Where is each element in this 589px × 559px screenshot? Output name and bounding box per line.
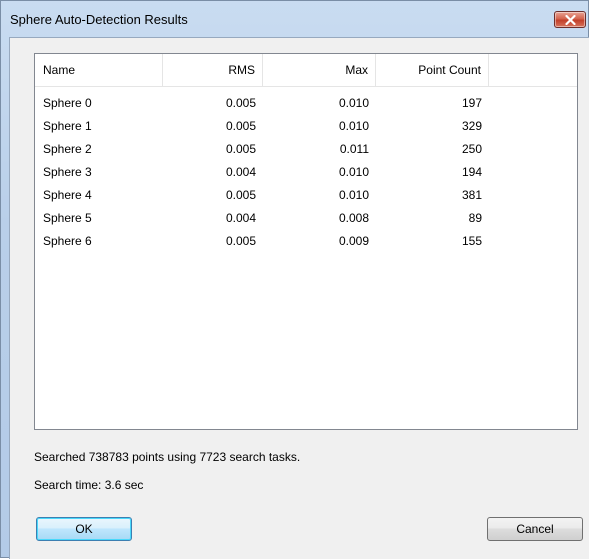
dialog-body: Name RMS Max Point Count Sphere 0 0.005 0.… (9, 37, 589, 559)
table-cell: Sphere 4 (43, 188, 92, 202)
title-bar[interactable]: Sphere Auto-Detection Results (1, 1, 588, 37)
table-row[interactable]: Sphere 1 0.005 0.010 329 (35, 115, 577, 138)
table-cell: 0.008 (338, 211, 369, 225)
table-cell: 0.010 (338, 188, 369, 202)
table-row[interactable]: Sphere 6 0.005 0.009 155 (35, 230, 577, 253)
table-cell: 0.005 (225, 119, 256, 133)
column-header-name[interactable]: Name (35, 54, 163, 86)
table-cell: Sphere 5 (43, 211, 92, 225)
table-cell: 0.010 (338, 119, 369, 133)
results-list[interactable]: Name RMS Max Point Count Sphere 0 0.005 0.… (34, 53, 578, 430)
table-cell: 197 (461, 96, 482, 110)
table-cell: 0.004 (225, 211, 256, 225)
search-summary: Searched 738783 points using 7723 search… (34, 450, 301, 464)
table-cell: 329 (461, 119, 482, 133)
close-button[interactable] (554, 11, 586, 28)
dialog-window: Sphere Auto-Detection Results Name RMS M… (0, 0, 589, 559)
column-header-label: Max (345, 63, 368, 77)
cancel-button[interactable]: Cancel (487, 517, 583, 541)
table-cell: 0.005 (225, 142, 256, 156)
table-cell: Sphere 3 (43, 165, 92, 179)
table-cell: 0.010 (338, 96, 369, 110)
table-cell: 0.009 (338, 234, 369, 248)
table-row[interactable]: Sphere 3 0.004 0.010 194 (35, 161, 577, 184)
table-row[interactable]: Sphere 5 0.004 0.008 89 (35, 207, 577, 230)
column-header-label: Name (43, 63, 76, 77)
table-cell: Sphere 0 (43, 96, 92, 110)
table-cell: Sphere 6 (43, 234, 92, 248)
column-header-label: RMS (228, 63, 255, 77)
list-header: Name RMS Max Point Count (35, 54, 577, 87)
table-cell: 381 (461, 188, 482, 202)
table-row[interactable]: Sphere 4 0.005 0.010 381 (35, 184, 577, 207)
column-header-rms[interactable]: RMS (163, 54, 263, 86)
table-cell: 194 (461, 165, 482, 179)
table-row[interactable]: Sphere 2 0.005 0.011 250 (35, 138, 577, 161)
table-cell: Sphere 1 (43, 119, 92, 133)
table-cell: 0.005 (225, 188, 256, 202)
table-cell: Sphere 2 (43, 142, 92, 156)
table-cell: 0.010 (338, 165, 369, 179)
table-cell: 0.004 (225, 165, 256, 179)
ok-button[interactable]: OK (36, 517, 132, 541)
table-cell: 0.011 (339, 142, 369, 156)
table-cell: 0.005 (225, 234, 256, 248)
table-cell: 250 (461, 142, 482, 156)
search-time: Search time: 3.6 sec (34, 478, 144, 492)
window-title: Sphere Auto-Detection Results (10, 12, 188, 27)
table-cell: 0.005 (225, 96, 256, 110)
column-header-label: Point Count (418, 63, 481, 77)
column-header-max[interactable]: Max (263, 54, 376, 86)
table-cell: 89 (468, 211, 482, 225)
column-header-point-count[interactable]: Point Count (376, 54, 489, 86)
table-cell: 155 (461, 234, 482, 248)
table-row[interactable]: Sphere 0 0.005 0.010 197 (35, 92, 577, 115)
